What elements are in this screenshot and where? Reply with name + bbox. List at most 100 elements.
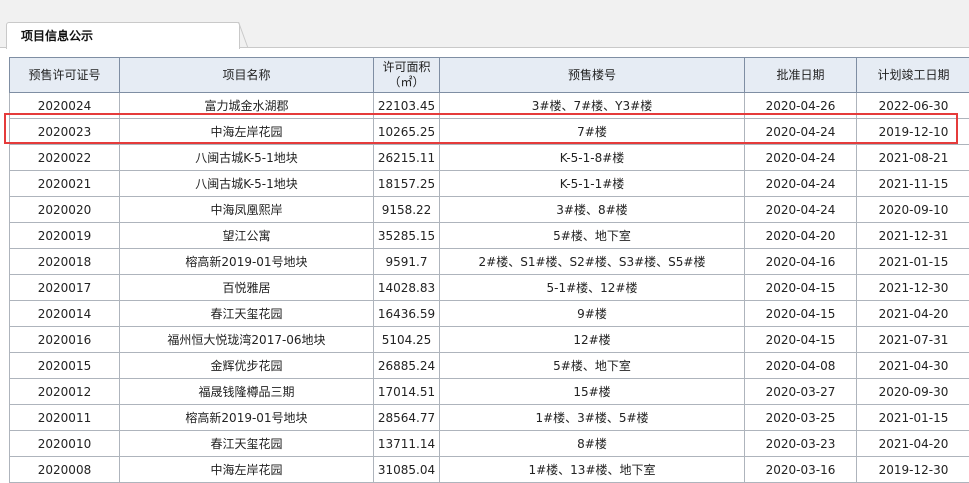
table-body: 2020024 富力城金水湖郡 22103.45 3#楼、7#楼、Y3#楼 2020-0… [9,92,969,483]
cell-presale-buildings: 1#楼、13#楼、地下室 [439,456,745,483]
cell-project-name: 百悦雅居 [119,274,374,301]
cell-approval-date: 2020-04-24 [744,118,857,145]
tab-divider [238,22,259,48]
cell-approval-date: 2020-03-16 [744,456,857,483]
cell-presale-buildings: 8#楼 [439,430,745,457]
tab-project-info[interactable]: 项目信息公示 [6,22,240,49]
cell-permit-number: 2020021 [9,170,120,197]
cell-presale-buildings: 3#楼、8#楼 [439,196,745,223]
cell-approval-date: 2020-04-26 [744,92,857,119]
cell-permit-number: 2020019 [9,222,120,249]
cell-approval-date: 2020-04-16 [744,248,857,275]
cell-presale-buildings: 9#楼 [439,300,745,327]
header-permit-area: 许可面积 （㎡） [373,57,440,93]
cell-permit-number: 2020011 [9,404,120,431]
cell-permit-area: 13711.14 [373,430,440,457]
header-planned-completion-date: 计划竣工日期 [856,57,969,93]
cell-planned-completion-date: 2019-12-10 [856,118,969,145]
cell-presale-buildings: 5#楼、地下室 [439,222,745,249]
header-presale-buildings: 预售楼号 [439,57,745,93]
cell-project-name: 中海凤凰熙岸 [119,196,374,223]
cell-planned-completion-date: 2021-01-15 [856,404,969,431]
cell-planned-completion-date: 2021-01-15 [856,248,969,275]
cell-planned-completion-date: 2021-12-31 [856,222,969,249]
cell-permit-number: 2020014 [9,300,120,327]
table-row[interactable]: 2020022 八闽古城K-5-1地块 26215.11 K-5-1-8#楼 2020-… [9,144,969,171]
project-info-table: 预售许可证号 项目名称 许可面积 （㎡） 预售楼号 批准日期 计划竣工日期 20… [9,57,969,483]
table-row[interactable]: 2020020 中海凤凰熙岸 9158.22 3#楼、8#楼 2020-04-24 202… [9,196,969,223]
table-row[interactable]: 2020012 福晟钱隆樽品三期 17014.51 15#楼 2020-03-27 202… [9,378,969,405]
cell-permit-number: 2020018 [9,248,120,275]
cell-approval-date: 2020-04-15 [744,300,857,327]
cell-presale-buildings: K-5-1-8#楼 [439,144,745,171]
cell-planned-completion-date: 2020-09-30 [856,378,969,405]
cell-approval-date: 2020-04-08 [744,352,857,379]
table-row[interactable]: 2020008 中海左岸花园 31085.04 1#楼、13#楼、地下室 2020-03… [9,456,969,483]
cell-approval-date: 2020-04-20 [744,222,857,249]
cell-permit-area: 26885.24 [373,352,440,379]
cell-permit-area: 9591.7 [373,248,440,275]
cell-project-name: 中海左岸花园 [119,118,374,145]
cell-permit-number: 2020010 [9,430,120,457]
cell-planned-completion-date: 2020-09-10 [856,196,969,223]
cell-permit-area: 22103.45 [373,92,440,119]
table-row[interactable]: 2020014 春江天玺花园 16436.59 9#楼 2020-04-15 2021-0… [9,300,969,327]
cell-planned-completion-date: 2021-04-30 [856,352,969,379]
tab-bar: 项目信息公示 [0,0,969,49]
cell-permit-area: 31085.04 [373,456,440,483]
cell-presale-buildings: 7#楼 [439,118,745,145]
cell-project-name: 福晟钱隆樽品三期 [119,378,374,405]
cell-permit-area: 10265.25 [373,118,440,145]
cell-project-name: 八闽古城K-5-1地块 [119,170,374,197]
cell-permit-number: 2020016 [9,326,120,353]
table-row[interactable]: 2020017 百悦雅居 14028.83 5-1#楼、12#楼 2020-04-15 2… [9,274,969,301]
table-header-row: 预售许可证号 项目名称 许可面积 （㎡） 预售楼号 批准日期 计划竣工日期 [9,57,969,93]
table-row[interactable]: 2020019 望江公寓 35285.15 5#楼、地下室 2020-04-20 2021… [9,222,969,249]
table-row[interactable]: 2020021 八闽古城K-5-1地块 18157.25 K-5-1-1#楼 2020-… [9,170,969,197]
table-row[interactable]: 2020023 中海左岸花园 10265.25 7#楼 2020-04-24 2019-1… [9,118,969,145]
cell-planned-completion-date: 2019-12-30 [856,456,969,483]
cell-permit-number: 2020015 [9,352,120,379]
table-row[interactable]: 2020024 富力城金水湖郡 22103.45 3#楼、7#楼、Y3#楼 2020-0… [9,92,969,119]
cell-presale-buildings: 3#楼、7#楼、Y3#楼 [439,92,745,119]
cell-permit-area: 28564.77 [373,404,440,431]
cell-permit-number: 2020012 [9,378,120,405]
cell-project-name: 八闽古城K-5-1地块 [119,144,374,171]
cell-permit-number: 2020017 [9,274,120,301]
cell-presale-buildings: K-5-1-1#楼 [439,170,745,197]
cell-project-name: 金辉优步花园 [119,352,374,379]
header-project-name: 项目名称 [119,57,374,93]
cell-planned-completion-date: 2021-07-31 [856,326,969,353]
cell-project-name: 富力城金水湖郡 [119,92,374,119]
cell-project-name: 榕高新2019-01号地块 [119,248,374,275]
cell-presale-buildings: 15#楼 [439,378,745,405]
table-row[interactable]: 2020010 春江天玺花园 13711.14 8#楼 2020-03-23 2021-0… [9,430,969,457]
cell-approval-date: 2020-03-25 [744,404,857,431]
cell-project-name: 春江天玺花园 [119,430,374,457]
cell-project-name: 望江公寓 [119,222,374,249]
cell-presale-buildings: 5#楼、地下室 [439,352,745,379]
cell-project-name: 福州恒大悦珑湾2017-06地块 [119,326,374,353]
cell-approval-date: 2020-03-23 [744,430,857,457]
cell-permit-area: 18157.25 [373,170,440,197]
header-permit-number: 预售许可证号 [9,57,120,93]
table-row[interactable]: 2020011 榕高新2019-01号地块 28564.77 1#楼、3#楼、5#楼 2… [9,404,969,431]
cell-permit-area: 17014.51 [373,378,440,405]
cell-approval-date: 2020-04-24 [744,170,857,197]
cell-planned-completion-date: 2021-04-20 [856,300,969,327]
cell-permit-number: 2020022 [9,144,120,171]
cell-presale-buildings: 2#楼、S1#楼、S2#楼、S3#楼、S5#楼 [439,248,745,275]
cell-presale-buildings: 5-1#楼、12#楼 [439,274,745,301]
cell-project-name: 榕高新2019-01号地块 [119,404,374,431]
table-row[interactable]: 2020018 榕高新2019-01号地块 9591.7 2#楼、S1#楼、S2#楼、… [9,248,969,275]
cell-project-name: 春江天玺花园 [119,300,374,327]
cell-permit-area: 26215.11 [373,144,440,171]
header-approval-date: 批准日期 [744,57,857,93]
cell-approval-date: 2020-03-27 [744,378,857,405]
cell-approval-date: 2020-04-24 [744,144,857,171]
table-row[interactable]: 2020016 福州恒大悦珑湾2017-06地块 5104.25 12#楼 2020-0… [9,326,969,353]
cell-permit-number: 2020023 [9,118,120,145]
cell-planned-completion-date: 2021-12-30 [856,274,969,301]
table-row[interactable]: 2020015 金辉优步花园 26885.24 5#楼、地下室 2020-04-08 20… [9,352,969,379]
cell-approval-date: 2020-04-15 [744,274,857,301]
